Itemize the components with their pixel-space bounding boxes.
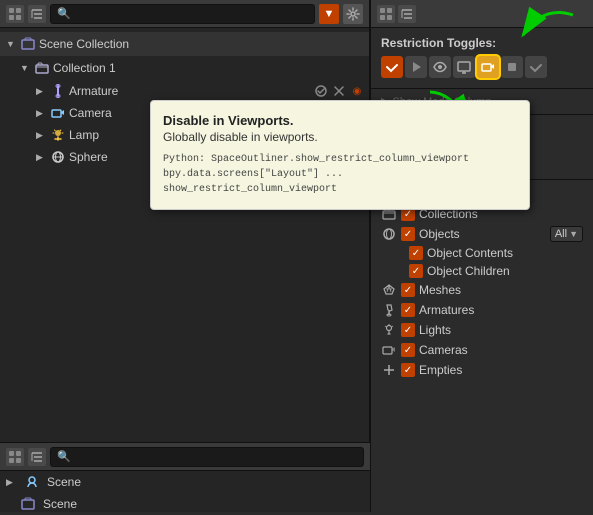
scene-sub-icon	[20, 496, 36, 512]
scene-item-arrow: ▶	[6, 477, 20, 488]
meshes-filter-icon	[381, 282, 397, 298]
objects-row: ✓ Objects All ▼	[371, 224, 593, 244]
objects-select-arrow: ▼	[569, 229, 578, 239]
bottom-view-icon[interactable]	[6, 448, 24, 466]
empties-row: ✓ Empties	[371, 360, 593, 380]
armature-icon	[50, 83, 66, 99]
bottom-outliner-icon[interactable]	[28, 448, 46, 466]
collection1-item[interactable]: ▼ Collection 1	[0, 56, 369, 80]
scene-collection-item[interactable]: ▼ Scene Collection	[0, 32, 369, 56]
tree-arrow-lamp: ▶	[36, 130, 50, 141]
outliner-icon[interactable]	[28, 5, 46, 23]
tooltip-title: Disable in Viewports.	[163, 113, 517, 128]
meshes-label: Meshes	[419, 283, 461, 297]
armature-label: Armature	[69, 84, 313, 98]
left-panel-header: 🔍 ▼	[0, 0, 369, 28]
right-outliner-icon[interactable]	[398, 5, 416, 23]
right-view-icon[interactable]	[377, 5, 395, 23]
right-panel-header	[371, 0, 593, 28]
toggle-hide-viewport[interactable]	[453, 56, 475, 78]
scene-item-label: Scene	[47, 475, 370, 489]
armatures-row: ✓ Armatures	[371, 300, 593, 320]
object-contents-row: ✓ Object Contents	[371, 244, 593, 262]
armatures-filter-icon	[381, 302, 397, 318]
scene-collection-label: Scene Collection	[39, 37, 369, 51]
bottom-search-icon: 🔍	[57, 450, 71, 463]
tooltip-code-line2: bpy.data.screens["Layout"] ... show_rest…	[163, 167, 517, 197]
collection-icon	[34, 60, 50, 76]
search-box-top[interactable]: 🔍	[50, 4, 315, 24]
armatures-checkbox[interactable]: ✓	[401, 303, 415, 317]
cameras-checkbox[interactable]: ✓	[401, 343, 415, 357]
meshes-row: ✓ Meshes	[371, 280, 593, 300]
lights-label: Lights	[419, 323, 451, 337]
armature-actions: ◉	[313, 83, 369, 99]
armature-item[interactable]: ▶ Armature	[0, 80, 369, 102]
empties-filter-icon	[381, 362, 397, 378]
objects-checkbox[interactable]: ✓	[401, 227, 415, 241]
cameras-row: ✓ Cameras	[371, 340, 593, 360]
right-panel: Restriction Toggles:	[370, 0, 593, 512]
cameras-filter-icon	[381, 342, 397, 358]
object-contents-checkbox[interactable]: ✓	[409, 246, 423, 260]
empties-label: Empties	[419, 363, 462, 377]
tooltip-code-line1: Python: SpaceOutliner.show_restrict_colu…	[163, 152, 517, 167]
armatures-label: Armatures	[419, 303, 474, 317]
bottom-search-box[interactable]: 🔍	[50, 447, 364, 467]
cameras-label: Cameras	[419, 343, 468, 357]
camera-icon	[50, 105, 66, 121]
lights-row: ✓ Lights	[371, 320, 593, 340]
lights-filter-icon	[381, 322, 397, 338]
tooltip-subtitle: Globally disable in viewports.	[163, 130, 517, 144]
collection1-label: Collection 1	[53, 61, 369, 75]
bottom-panel-header: 🔍	[0, 443, 370, 471]
settings-btn[interactable]	[343, 4, 363, 24]
tree-arrow-sphere: ▶	[36, 152, 50, 163]
scene-item[interactable]: ▶ Scene	[0, 471, 370, 493]
view-icon[interactable]	[6, 5, 24, 23]
armature-action3[interactable]: ◉	[349, 83, 365, 99]
toggle-restrict-viewport[interactable]	[429, 56, 451, 78]
search-icon: 🔍	[57, 7, 71, 20]
objects-select[interactable]: All ▼	[550, 226, 583, 242]
objects-label: Objects	[419, 227, 460, 241]
meshes-checkbox[interactable]: ✓	[401, 283, 415, 297]
tree-arrow-scene: ▼	[6, 39, 20, 49]
lights-checkbox[interactable]: ✓	[401, 323, 415, 337]
armature-action2[interactable]	[331, 83, 347, 99]
toggle-indirect-only[interactable]	[525, 56, 547, 78]
tree-arrow-collection1: ▼	[20, 63, 34, 73]
bottom-panel: 🔍 ▶ Scene Scene	[0, 442, 370, 512]
objects-filter-icon	[381, 226, 397, 242]
armature-action1[interactable]	[313, 83, 329, 99]
restriction-label: Restriction Toggles:	[371, 28, 593, 54]
objects-select-value: All	[555, 228, 567, 240]
toggle-restrict-render[interactable]	[381, 56, 403, 78]
object-children-row: ✓ Object Children	[371, 262, 593, 280]
object-children-label: Object Children	[427, 264, 510, 278]
scene-item-icon	[24, 474, 40, 490]
toggle-hide-render[interactable]	[477, 56, 499, 78]
object-contents-label: Object Contents	[427, 246, 513, 260]
sphere-icon	[50, 149, 66, 165]
toggle-holdout[interactable]	[501, 56, 523, 78]
empties-checkbox[interactable]: ✓	[401, 363, 415, 377]
tree-arrow-camera: ▶	[36, 108, 50, 119]
lamp-icon	[50, 127, 66, 143]
toggle-restrict-select[interactable]	[405, 56, 427, 78]
filter-btn[interactable]: ▼	[319, 4, 339, 24]
divider-1	[371, 88, 593, 89]
scene-sub-label: Scene	[43, 497, 370, 511]
scene-icon	[20, 36, 36, 52]
restriction-icons-row	[371, 54, 593, 84]
left-panel: 🔍 ▼ ▼ Scene Collection ▼	[0, 0, 370, 512]
tooltip-popup: Disable in Viewports. Globally disable i…	[150, 100, 530, 210]
tree-arrow-armature: ▶	[36, 86, 50, 97]
object-children-checkbox[interactable]: ✓	[409, 264, 423, 278]
